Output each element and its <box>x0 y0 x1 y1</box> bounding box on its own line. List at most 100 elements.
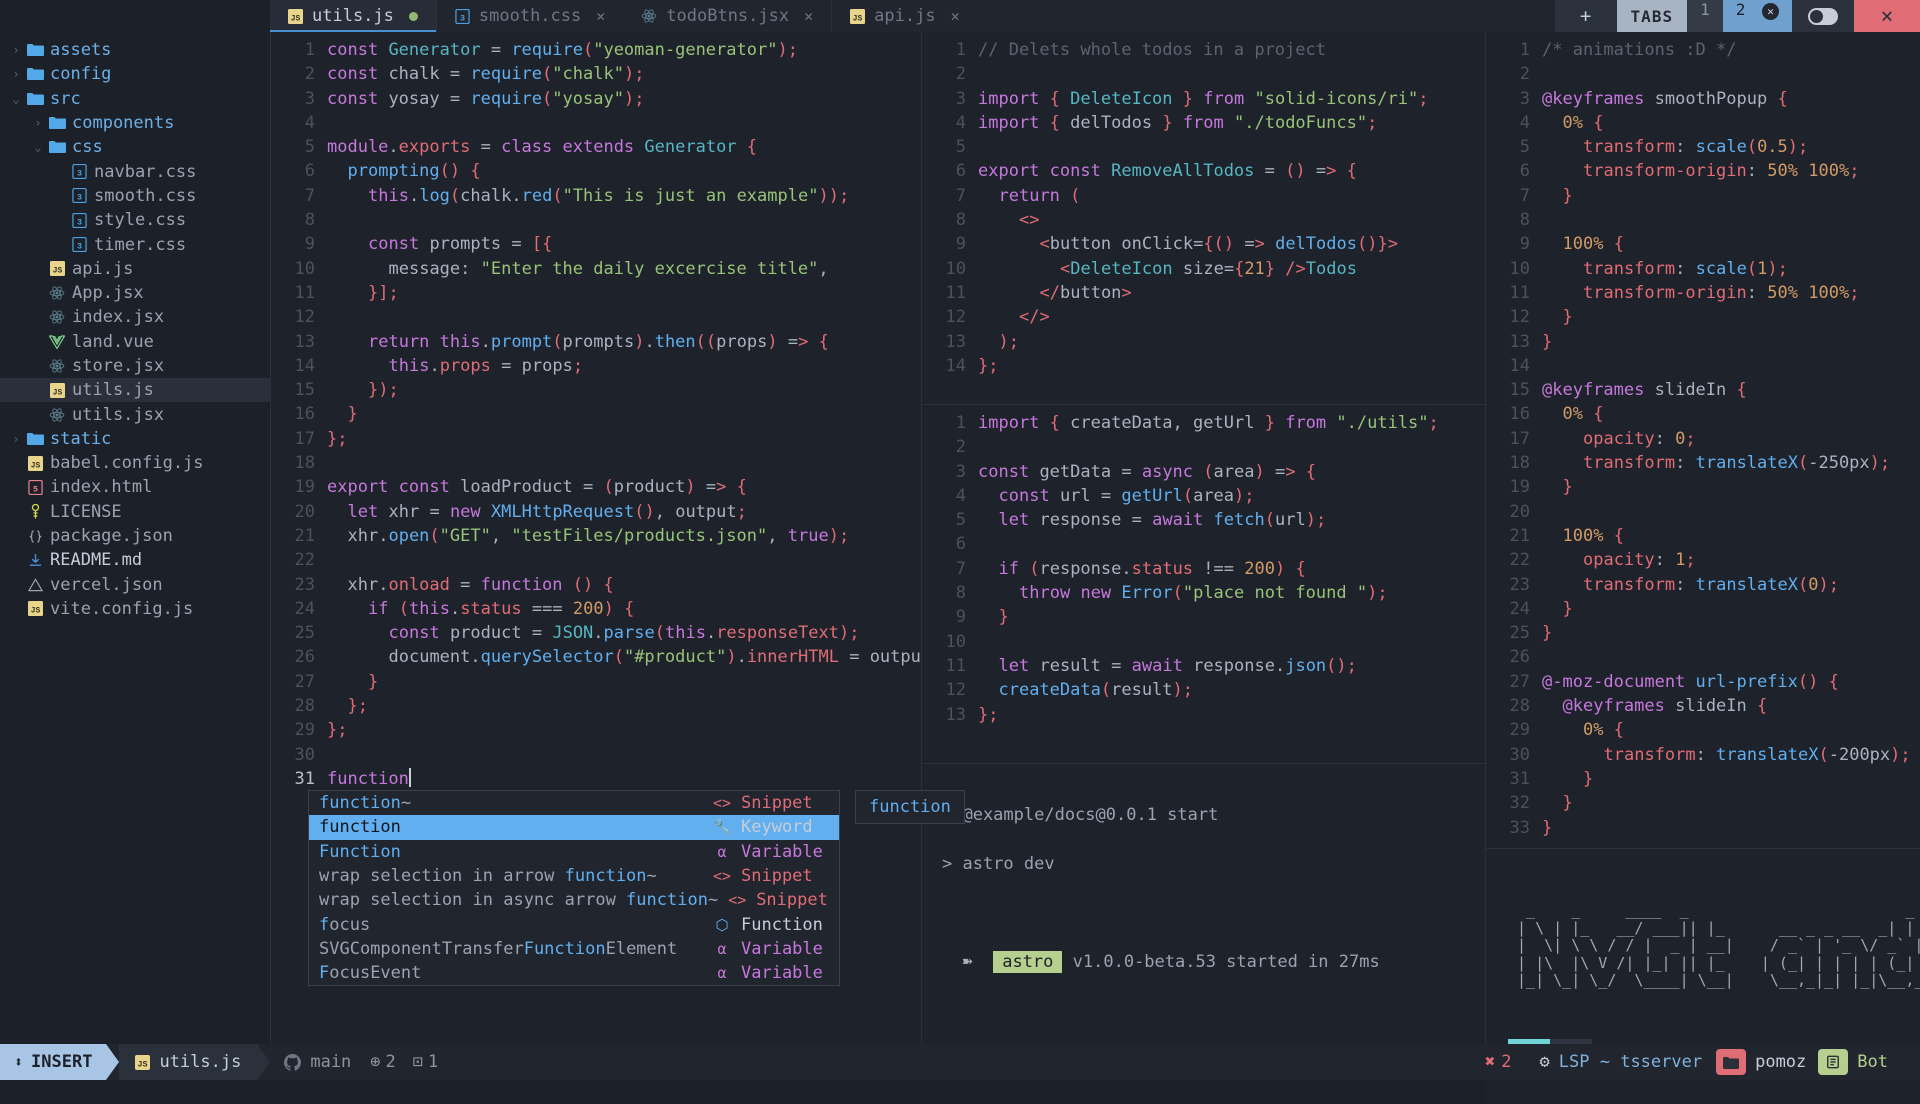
line-number: 4 <box>922 111 978 135</box>
folder-item-assets[interactable]: ›assets <box>0 38 270 62</box>
file-item-store-jsx[interactable]: store.jsx <box>0 354 270 378</box>
autocomplete-item[interactable]: wrap selection in async arrow function~<… <box>309 888 839 912</box>
file-item-vite-config-js[interactable]: JSvite.config.js <box>0 597 270 621</box>
file-item-utils-jsx[interactable]: utils.jsx <box>0 402 270 426</box>
file-item-timer-css[interactable]: 3timer.css <box>0 232 270 256</box>
line-text <box>327 208 921 232</box>
file-label: land.vue <box>72 332 154 352</box>
file-item-README-md[interactable]: README.md <box>0 548 270 572</box>
terminal-panel[interactable]: > @example/docs@0.0.1 start > astro dev … <box>922 764 1485 1044</box>
line-text: </> <box>978 305 1485 329</box>
autocomplete-item[interactable]: FunctionαVariable <box>309 840 839 864</box>
code-content[interactable]: 1// Delets whole todos in a project2 3im… <box>922 38 1485 378</box>
file-item-App-jsx[interactable]: App.jsx <box>0 281 270 305</box>
code-content[interactable]: 1/* animations :D */2 3@keyframes smooth… <box>1486 38 1920 840</box>
current-file[interactable]: JS utils.js <box>119 1044 257 1080</box>
file-item-vercel-json[interactable]: vercel.json <box>0 573 270 597</box>
lsp-status[interactable]: ⚙ LSP ~ tsserver <box>1526 1044 1717 1080</box>
line-text: if (response.status !== 200) { <box>978 557 1485 581</box>
react-icon <box>46 285 68 301</box>
autocomplete-item[interactable]: function~<>Snippet <box>309 791 839 815</box>
tab-page-1-button[interactable]: 1 <box>1687 0 1723 32</box>
bot-status[interactable]: Bot <box>1818 1044 1920 1080</box>
folder-item-config[interactable]: ›config <box>0 62 270 86</box>
autocomplete-item[interactable]: SVGComponentTransferFunctionElementαVari… <box>309 937 839 961</box>
css-icon: 3 <box>68 164 90 179</box>
file-item-navbar-css[interactable]: 3navbar.css <box>0 159 270 183</box>
line-number: 26 <box>271 645 327 669</box>
editor-pane-middle[interactable]: 1// Delets whole todos in a project2 3im… <box>922 32 1485 1044</box>
file-item-land-vue[interactable]: land.vue <box>0 330 270 354</box>
chevron-right-icon[interactable]: › <box>8 67 24 81</box>
chevron-right-icon[interactable]: › <box>8 43 24 57</box>
code-content[interactable]: 1import { createData, getUrl } from "./u… <box>922 411 1485 727</box>
code-line: 1const Generator = require("yeoman-gener… <box>271 38 921 62</box>
editor-api-js[interactable]: 1// Delets whole todos in a project2 3im… <box>922 32 1485 404</box>
file-item-index-html[interactable]: 5index.html <box>0 475 270 499</box>
tab-utils-js[interactable]: JSutils.js <box>270 0 436 32</box>
file-explorer[interactable]: ›assets›config⌄src›components⌄css3navbar… <box>0 32 270 1044</box>
code-line: 12 createData(result); <box>922 678 1485 702</box>
editor-pane-right[interactable]: 1/* animations :D */2 3@keyframes smooth… <box>1486 32 1920 1044</box>
autocomplete-item[interactable]: wrap selection in arrow function~<>Snipp… <box>309 864 839 888</box>
code-line: 18 transform: translateX(-250px); <box>1486 451 1920 475</box>
tab-smooth-css[interactable]: 3smooth.css✕ <box>437 0 623 32</box>
session-label: pomoz <box>1755 1052 1806 1072</box>
file-item-package-json[interactable]: package.json <box>0 524 270 548</box>
tab-page-2-button[interactable]: 2 ✕ <box>1723 0 1792 32</box>
code-line: 13} <box>1486 330 1920 354</box>
autocomplete-item[interactable]: FocusEventαVariable <box>309 961 839 985</box>
line-text: transform: scale(1); <box>1542 257 1920 281</box>
line-text <box>1542 354 1920 378</box>
js-icon: JS <box>135 1055 150 1070</box>
editor-mode: ⬍ INSERT <box>0 1044 106 1080</box>
new-tab-button[interactable]: + <box>1555 0 1617 32</box>
session-name[interactable]: pomoz <box>1716 1044 1818 1080</box>
line-number: 10 <box>1486 257 1542 281</box>
tab-close-icon[interactable]: ✕ <box>951 7 960 25</box>
code-line: 29 0% { <box>1486 718 1920 742</box>
window-close-button[interactable]: × <box>1854 0 1920 32</box>
chevron-down-icon[interactable]: ⌄ <box>30 143 46 151</box>
line-number: 8 <box>922 581 978 605</box>
tab-close-icon[interactable]: ✕ <box>596 7 605 25</box>
line-number: 18 <box>1486 451 1542 475</box>
git-branch[interactable]: main ⊕ 2 ⊡ 1 <box>270 1044 452 1080</box>
chevron-right-icon[interactable]: › <box>30 116 46 130</box>
file-item-style-css[interactable]: 3style.css <box>0 208 270 232</box>
editor-animations-css[interactable]: 1/* animations :D */2 3@keyframes smooth… <box>1486 32 1920 848</box>
code-line: 27@-moz-document url-prefix() { <box>1486 670 1920 694</box>
autocomplete-popup[interactable]: function~<>Snippetfunction🔧KeywordFuncti… <box>308 790 840 986</box>
code-line: 20 let xhr = new XMLHttpRequest(), outpu… <box>271 500 921 524</box>
close-icon[interactable]: ✕ <box>1762 3 1779 20</box>
theme-toggle-button[interactable] <box>1792 0 1854 32</box>
line-text: throw new Error("place not found "); <box>978 581 1485 605</box>
file-item-smooth-css[interactable]: 3smooth.css <box>0 184 270 208</box>
code-content[interactable]: 1const Generator = require("yeoman-gener… <box>271 38 921 791</box>
line-text: }; <box>978 354 1485 378</box>
folder-item-src[interactable]: ⌄src <box>0 87 270 111</box>
tab-close-icon[interactable]: ✕ <box>804 7 813 25</box>
autocomplete-item[interactable]: function🔧Keyword <box>309 815 839 839</box>
tab-api-js[interactable]: JSapi.js✕ <box>832 0 977 32</box>
code-line: 3@keyframes smoothPopup { <box>1486 87 1920 111</box>
chevron-right-icon[interactable]: › <box>8 432 24 446</box>
code-line: 22 <box>271 548 921 572</box>
autocomplete-item[interactable]: focus⬡Function <box>309 912 839 936</box>
tab-todoBtns-jsx[interactable]: todoBtns.jsx ✕ <box>623 0 831 32</box>
line-text: opacity: 0; <box>1542 427 1920 451</box>
folder-item-css[interactable]: ⌄css <box>0 135 270 159</box>
error-count[interactable]: ✖ 2 <box>1471 1044 1526 1080</box>
file-item-utils-js[interactable]: JSutils.js <box>0 378 270 402</box>
folder-item-static[interactable]: ›static <box>0 427 270 451</box>
file-item-api-js[interactable]: JSapi.js <box>0 257 270 281</box>
file-item-babel-config-js[interactable]: JSbabel.config.js <box>0 451 270 475</box>
js-icon: JS <box>46 383 68 398</box>
line-text: @-moz-document url-prefix() { <box>1542 670 1920 694</box>
file-item-LICENSE[interactable]: LICENSE <box>0 500 270 524</box>
editor-utils-consumer[interactable]: 1import { createData, getUrl } from "./u… <box>922 405 1485 763</box>
file-item-index-jsx[interactable]: index.jsx <box>0 305 270 329</box>
folder-item-components[interactable]: ›components <box>0 111 270 135</box>
tab-label: todoBtns.jsx <box>666 6 789 26</box>
chevron-down-icon[interactable]: ⌄ <box>8 95 24 103</box>
